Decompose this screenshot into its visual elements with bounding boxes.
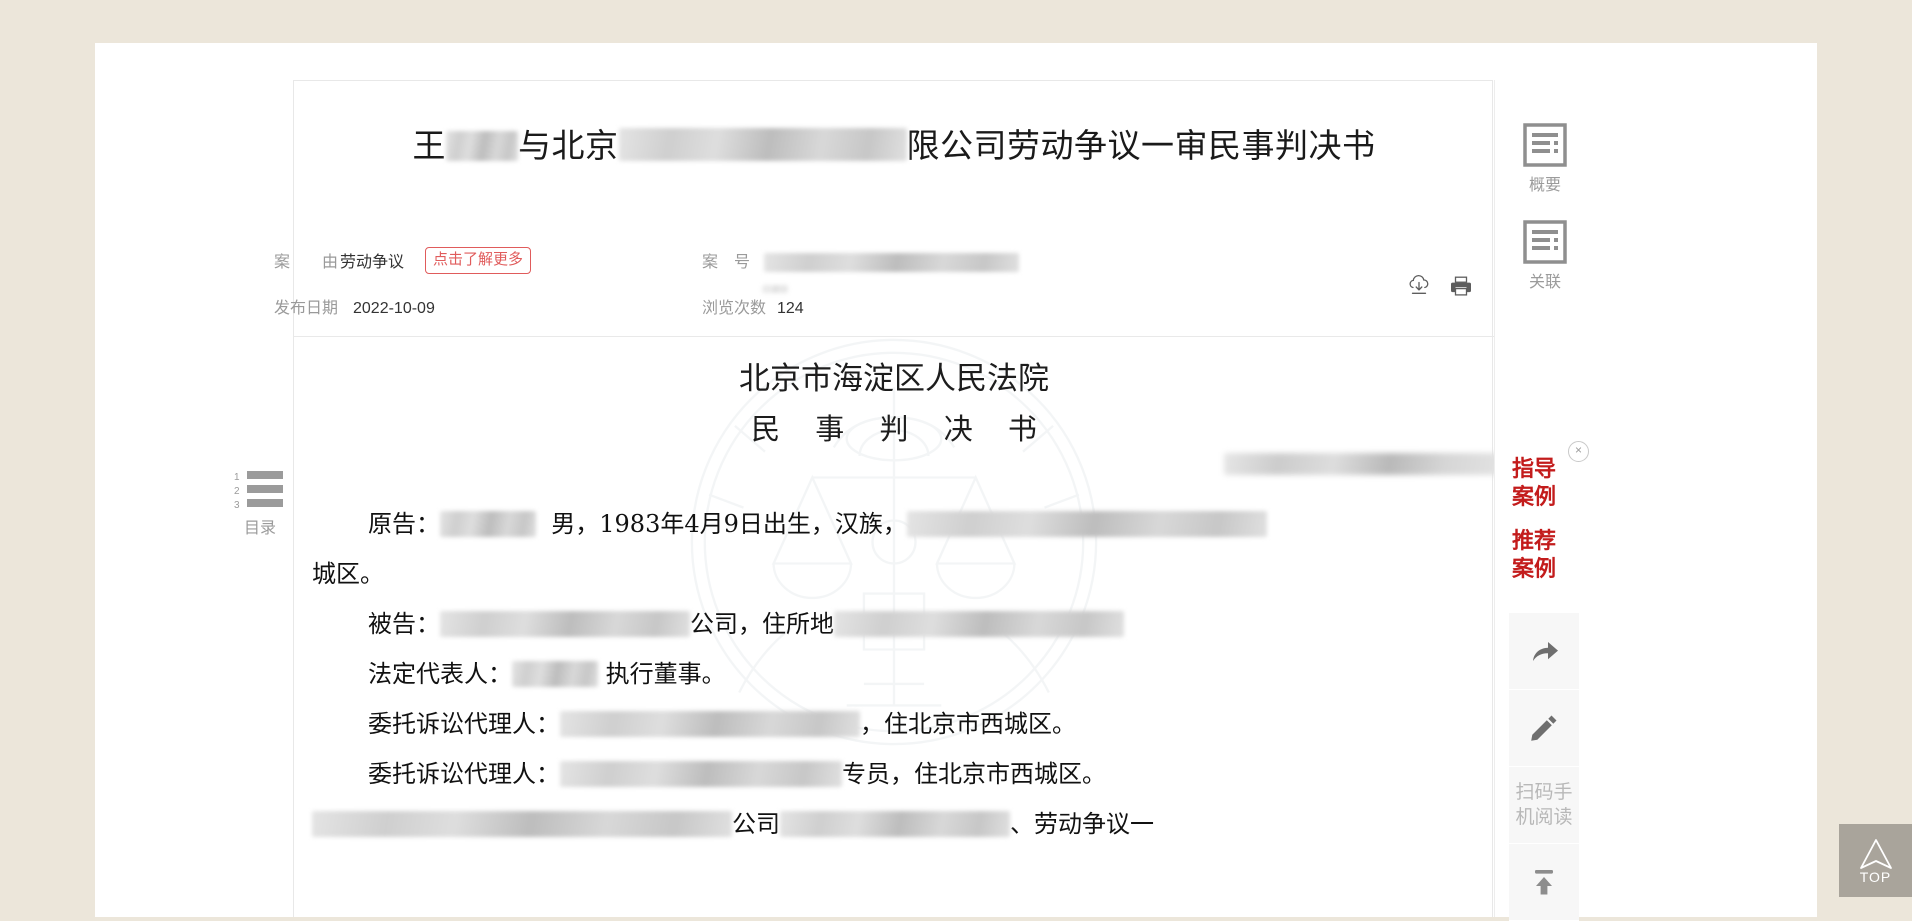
cloud-download-icon[interactable] — [1406, 273, 1432, 299]
views-label: 浏览次数 — [702, 300, 767, 317]
svg-text:2: 2 — [234, 486, 240, 497]
title-part-mid: 与北京 — [518, 127, 619, 164]
last-line-tail: 、劳动争议一 — [1010, 810, 1154, 838]
paragraph-agent-2: 委托诉讼代理人： 专员，住北京市西城区。 — [294, 749, 1494, 799]
edit-button[interactable] — [1509, 690, 1579, 767]
printer-icon[interactable] — [1448, 273, 1474, 299]
redacted-case-number — [764, 253, 1019, 272]
rail-item-related[interactable]: 关联 — [1510, 220, 1580, 295]
page-title: 王 与北京 限公司劳动争议一审民事判决书 — [294, 123, 1494, 169]
qr-mobile-read-button[interactable]: 扫码手机阅读 — [1509, 767, 1579, 844]
agent1-label: 委托诉讼代理人： — [368, 710, 560, 738]
redacted-name-block — [446, 131, 518, 161]
toc-widget[interactable]: 1 2 3 目录 — [232, 470, 288, 540]
app-root: 王 与北京 限公司劳动争议一审民事判决书 案 由 劳动争议 点击了解更多 案 号 发… — [0, 0, 1912, 921]
promo-item-recommended-case[interactable]: 推荐案例 — [1512, 527, 1576, 583]
svg-text:1: 1 — [234, 472, 240, 483]
right-rail-divider — [1494, 80, 1499, 917]
summary-doc-icon — [1523, 123, 1567, 167]
share-button[interactable] — [1509, 613, 1579, 690]
legal-rep-tail: 执行董事。 — [605, 660, 726, 688]
meta-actions — [1406, 273, 1474, 299]
document-body: 北京市海淀区人民法院 民 事 判 决 书 原告： 男，1983年4月9日出生，汉… — [294, 337, 1494, 918]
case-cause-value: 劳动争议 — [340, 254, 405, 271]
toc-label: 目录 — [243, 520, 276, 537]
paragraph-agent-1: 委托诉讼代理人： ，住北京市西城区。 — [294, 699, 1494, 749]
document-type-heading: 民 事 判 决 书 — [751, 412, 1050, 446]
defendant-label: 被告： — [368, 610, 440, 638]
paragraph-legal-rep: 法定代表人： 执行董事。 — [294, 649, 1494, 699]
title-part-prefix: 王 — [412, 127, 446, 164]
meta-row-cause: 案 由 劳动争议 点击了解更多 案 号 — [274, 247, 1494, 285]
close-icon[interactable]: × — [1568, 441, 1589, 462]
case-number-label: 案 号 — [702, 254, 751, 271]
promo-panel: × 指导案例 推荐案例 — [1512, 441, 1589, 583]
publish-date-value: 2022-10-09 — [353, 300, 435, 317]
agent1-tail: ，住北京市西城区。 — [860, 710, 1076, 738]
plaintiff-label: 原告： — [368, 510, 440, 538]
views-value: 124 — [777, 300, 804, 317]
back-to-top-button[interactable]: TOP — [1839, 824, 1912, 897]
agent2-label: 委托诉讼代理人： — [368, 760, 560, 788]
last-line-company: 公司 — [732, 810, 780, 838]
numbered-list-icon: 1 2 3 — [234, 471, 283, 511]
court-name: 北京市海淀区人民法院 — [739, 361, 1049, 397]
paragraph-defendant: 被告： 公司，住所地 — [294, 599, 1494, 649]
legal-rep-label: 法定代表人： — [368, 660, 512, 688]
rail-label-related: 关联 — [1528, 274, 1561, 291]
plaintiff-detail: 男，1983年4月9日出生，汉族， — [551, 510, 907, 538]
publish-date-label: 发布日期 — [274, 300, 339, 317]
title-part-suffix: 限公司劳动争议一审民事判决书 — [906, 127, 1376, 164]
paragraph-plaintiff-cont: 城区。 — [312, 560, 384, 588]
redacted-views-smudge — [762, 285, 788, 293]
agent2-tail: 专员，住北京市西城区。 — [842, 760, 1106, 788]
back-to-top-label: TOP — [1859, 869, 1892, 885]
paragraph-plaintiff: 原告： 男，1983年4月9日出生，汉族， — [294, 499, 1494, 549]
share-arrow-icon — [1533, 642, 1558, 661]
paragraph-last-partial: 公司 、劳动争议一 — [294, 799, 1494, 849]
scroll-top-button[interactable] — [1509, 844, 1579, 921]
document-article: 王 与北京 限公司劳动争议一审民事判决书 案 由 劳动争议 点击了解更多 案 号 发… — [274, 80, 1494, 918]
navigation-arrow-icon — [1859, 839, 1892, 869]
pencil-icon — [1531, 715, 1557, 741]
related-doc-icon — [1523, 220, 1567, 264]
promo-item-guiding-case[interactable]: 指导案例 — [1512, 455, 1576, 511]
redacted-company-block — [618, 128, 907, 161]
rail-label-summary: 概要 — [1528, 177, 1561, 194]
case-cause-label: 案 由 — [274, 254, 339, 271]
learn-more-badge[interactable]: 点击了解更多 — [425, 247, 532, 274]
meta-row-date: 发布日期 2022-10-09 浏览次数 124 — [274, 285, 1494, 331]
upload-top-icon — [1535, 870, 1553, 895]
svg-text:3: 3 — [234, 500, 240, 510]
redacted-case-number-line — [294, 451, 1494, 499]
document-meta: 案 由 劳动争议 点击了解更多 案 号 发布日期 2022-10-09 浏览次数… — [274, 239, 1494, 337]
defendant-tail: 公司，住所地 — [690, 610, 834, 638]
tool-stack: 扫码手机阅读 — [1509, 613, 1579, 921]
rail-item-summary[interactable]: 概要 — [1510, 123, 1580, 198]
